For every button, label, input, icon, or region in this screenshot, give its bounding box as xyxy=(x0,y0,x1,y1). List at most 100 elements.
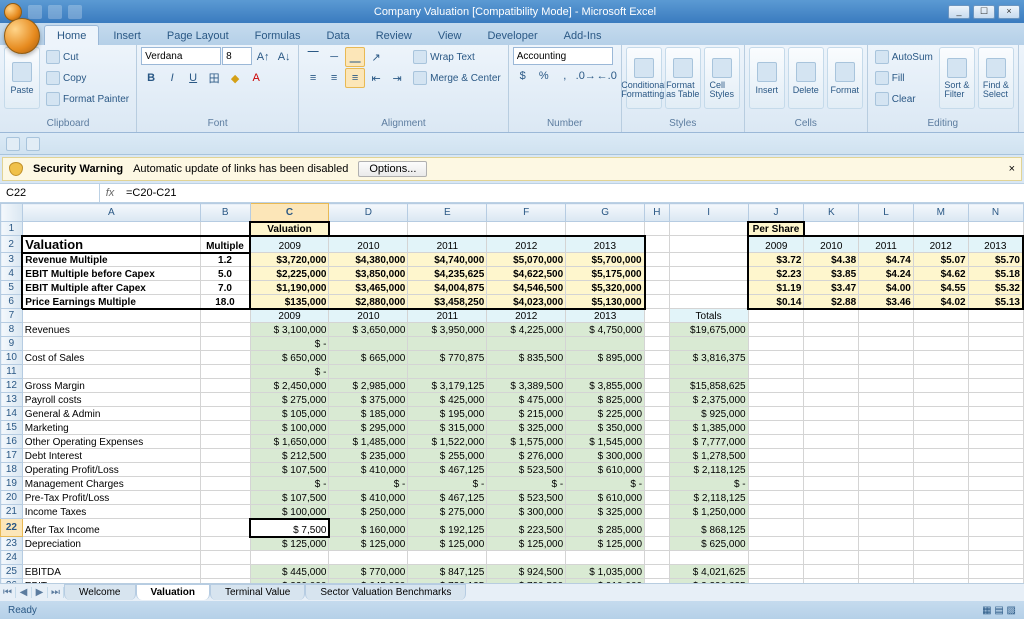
percent-button[interactable]: % xyxy=(534,66,554,86)
sheet-tab-terminal[interactable]: Terminal Value xyxy=(210,584,305,600)
group-clipboard-label: Clipboard xyxy=(4,117,132,130)
tab-page-layout[interactable]: Page Layout xyxy=(155,26,241,45)
fill-button[interactable]: Fill xyxy=(872,68,936,88)
status-ready: Ready xyxy=(8,605,37,616)
paste-button[interactable]: Paste xyxy=(4,47,40,109)
comma-button[interactable]: , xyxy=(555,66,575,86)
decrease-decimal-button[interactable]: ←.0 xyxy=(597,66,617,86)
tab-data[interactable]: Data xyxy=(314,26,361,45)
name-box[interactable]: C22 xyxy=(0,184,100,202)
align-middle-button[interactable]: ─ xyxy=(324,47,344,67)
group-number-label: Number xyxy=(513,117,617,130)
shrink-font-button[interactable]: A↓ xyxy=(274,47,294,67)
shield-icon xyxy=(9,162,23,176)
tab-view[interactable]: View xyxy=(426,26,474,45)
tab-insert[interactable]: Insert xyxy=(101,26,153,45)
sheet-tab-bar: ⏮ ◀ ▶ ⏭ Welcome Valuation Terminal Value… xyxy=(0,583,1024,601)
orientation-button[interactable]: ↗ xyxy=(366,47,386,67)
view-layout-button[interactable]: ▤ xyxy=(994,605,1003,616)
ribbon-tabs: Home Insert Page Layout Formulas Data Re… xyxy=(0,23,1024,45)
autosum-button[interactable]: AutoSum xyxy=(872,47,936,67)
fill-color-button[interactable]: ◆ xyxy=(225,68,245,88)
font-family-select[interactable] xyxy=(141,47,221,65)
format-as-table-button[interactable]: Format as Table xyxy=(665,47,701,109)
table-icon xyxy=(673,58,693,78)
font-color-button[interactable]: A xyxy=(246,68,266,88)
tab-formulas[interactable]: Formulas xyxy=(243,26,313,45)
align-center-button[interactable]: ≡ xyxy=(324,68,344,88)
security-close-button[interactable]: × xyxy=(1009,163,1015,175)
sheet-tab-sector[interactable]: Sector Valuation Benchmarks xyxy=(305,584,466,600)
security-warning-message: Automatic update of links has been disab… xyxy=(133,163,348,175)
wrap-icon xyxy=(413,50,427,64)
font-size-select[interactable] xyxy=(222,47,252,65)
find-select-button[interactable]: Find & Select xyxy=(978,47,1014,109)
sheet-nav-last[interactable]: ⏭ xyxy=(48,587,64,598)
paintbrush-icon xyxy=(46,92,60,106)
merge-icon xyxy=(413,71,427,85)
tab-addins[interactable]: Add-Ins xyxy=(552,26,614,45)
group-styles-label: Styles xyxy=(626,117,740,130)
increase-decimal-button[interactable]: .0→ xyxy=(576,66,596,86)
align-left-button[interactable]: ≡ xyxy=(303,68,323,88)
window-title: Company Valuation [Compatibility Mode] -… xyxy=(82,6,948,18)
quick-access-row xyxy=(0,133,1024,155)
number-format-select[interactable] xyxy=(513,47,613,65)
sheet-tab-valuation[interactable]: Valuation xyxy=(136,584,210,600)
insert-cells-button[interactable]: Insert xyxy=(749,47,785,109)
tab-developer[interactable]: Developer xyxy=(475,26,549,45)
wrap-text-button[interactable]: Wrap Text xyxy=(410,47,504,67)
fx-icon[interactable]: fx xyxy=(100,187,120,199)
italic-button[interactable]: I xyxy=(162,68,182,88)
close-button[interactable]: × xyxy=(998,5,1020,19)
view-pagebreak-button[interactable]: ▨ xyxy=(1007,605,1016,616)
group-cells-label: Cells xyxy=(749,117,863,130)
view-normal-button[interactable]: ▦ xyxy=(982,605,991,616)
group-editing-label: Editing xyxy=(872,117,1014,130)
sheet-nav-prev[interactable]: ◀ xyxy=(16,587,32,598)
spreadsheet-grid[interactable]: ABCDEFGHIJKLMN1ValuationPer Share2Valuat… xyxy=(0,203,1024,583)
tab-home[interactable]: Home xyxy=(44,25,99,45)
status-bar: Ready ▦ ▤ ▨ xyxy=(0,601,1024,619)
title-bar: Company Valuation [Compatibility Mode] -… xyxy=(0,0,1024,23)
bold-button[interactable]: B xyxy=(141,68,161,88)
align-bottom-button[interactable]: ⎽ xyxy=(345,47,365,67)
conditional-formatting-button[interactable]: Conditional Formatting xyxy=(626,47,662,109)
align-right-button[interactable]: ≡ xyxy=(345,68,365,88)
decrease-indent-button[interactable]: ⇤ xyxy=(366,68,386,88)
quick-access-toolbar[interactable] xyxy=(28,5,82,19)
sheet-nav-first[interactable]: ⏮ xyxy=(0,587,16,598)
copy-button[interactable]: Copy xyxy=(43,68,132,88)
minimize-button[interactable]: _ xyxy=(948,5,970,19)
align-top-button[interactable]: ⎺ xyxy=(303,47,323,67)
paste-icon xyxy=(12,62,32,82)
sort-filter-button[interactable]: Sort & Filter xyxy=(939,47,975,109)
maximize-button[interactable]: ☐ xyxy=(973,5,995,19)
sort-icon xyxy=(947,58,967,78)
underline-button[interactable]: U xyxy=(183,68,203,88)
copy-icon xyxy=(46,71,60,85)
security-warning-label: Security Warning xyxy=(33,163,123,175)
security-options-button[interactable]: Options... xyxy=(358,161,427,177)
save-qat-icon[interactable] xyxy=(6,137,20,151)
styles-icon xyxy=(712,58,732,78)
delete-cells-button[interactable]: Delete xyxy=(788,47,824,109)
accounting-button[interactable]: $ xyxy=(513,66,533,86)
eraser-icon xyxy=(875,92,889,106)
format-painter-button[interactable]: Format Painter xyxy=(43,89,132,109)
cell-styles-button[interactable]: Cell Styles xyxy=(704,47,740,109)
cut-button[interactable]: Cut xyxy=(43,47,132,67)
clear-button[interactable]: Clear xyxy=(872,89,936,109)
grow-font-button[interactable]: A↑ xyxy=(253,47,273,67)
undo-qat-icon[interactable] xyxy=(26,137,40,151)
tab-review[interactable]: Review xyxy=(364,26,424,45)
office-button[interactable] xyxy=(4,18,40,54)
sheet-tab-welcome[interactable]: Welcome xyxy=(64,584,136,600)
formula-input[interactable]: =C20-C21 xyxy=(120,187,1024,199)
border-button[interactable]: 田 xyxy=(204,68,224,88)
merge-center-button[interactable]: Merge & Center xyxy=(410,68,504,88)
format-cells-button[interactable]: Format xyxy=(827,47,863,109)
sheet-nav-next[interactable]: ▶ xyxy=(32,587,48,598)
format-icon xyxy=(835,62,855,82)
increase-indent-button[interactable]: ⇥ xyxy=(387,68,407,88)
